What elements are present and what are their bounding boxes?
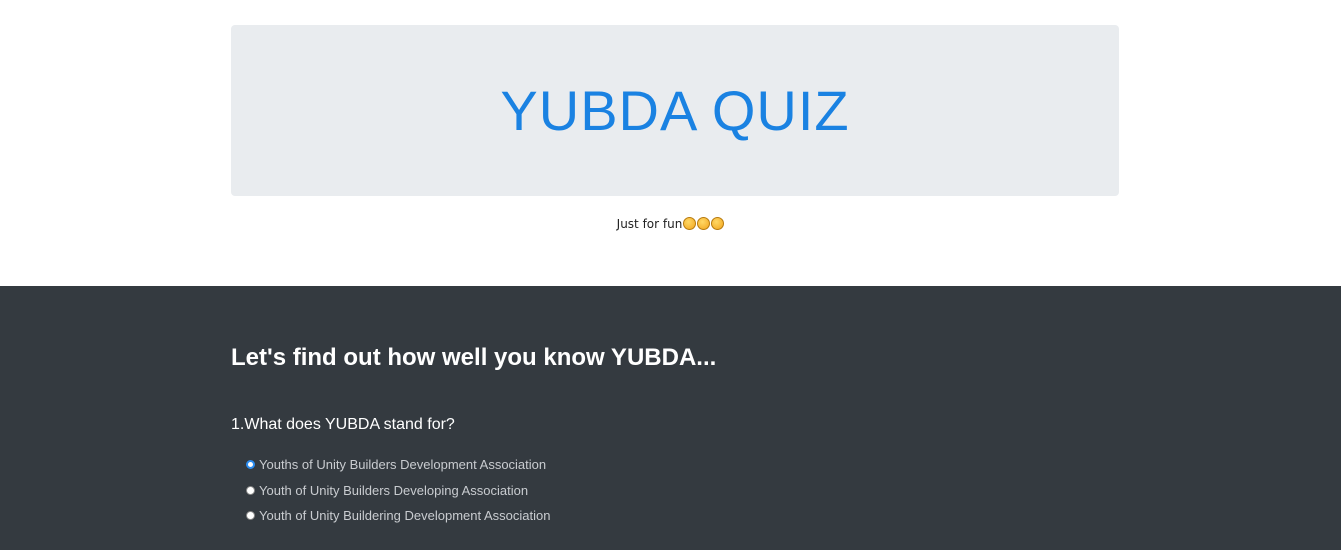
quiz-section: Let's find out how well you know YUBDA..… <box>0 286 1341 550</box>
smiling-face-icon <box>683 217 697 230</box>
page-title: YUBDA QUIZ <box>500 79 850 142</box>
answer-option[interactable]: Youths of Unity Builders Development Ass… <box>246 452 550 478</box>
tagline-text: Just for fun <box>616 217 683 231</box>
answer-option[interactable]: Youth of Unity Builders Developing Assoc… <box>246 478 550 504</box>
tagline: Just for fun <box>0 217 1341 231</box>
smiling-face-icon <box>697 217 711 230</box>
kissing-face-icon <box>711 217 725 230</box>
answer-option-label[interactable]: Youth of Unity Builders Developing Assoc… <box>259 483 528 498</box>
answer-option-label[interactable]: Youths of Unity Builders Development Ass… <box>259 457 546 472</box>
answer-option-label[interactable]: Youth of Unity Buildering Development As… <box>259 508 550 523</box>
answer-options: Youths of Unity Builders Development Ass… <box>246 452 550 529</box>
radio-button[interactable] <box>246 511 255 521</box>
radio-button-selected[interactable] <box>246 460 255 470</box>
question-text: 1.What does YUBDA stand for? <box>231 416 455 433</box>
radio-button[interactable] <box>246 485 255 495</box>
jumbotron: YUBDA QUIZ <box>231 25 1119 196</box>
quiz-heading: Let's find out how well you know YUBDA..… <box>231 344 717 371</box>
hero-section: YUBDA QUIZ Just for fun <box>0 0 1341 286</box>
answer-option[interactable]: Youth of Unity Buildering Development As… <box>246 503 550 529</box>
